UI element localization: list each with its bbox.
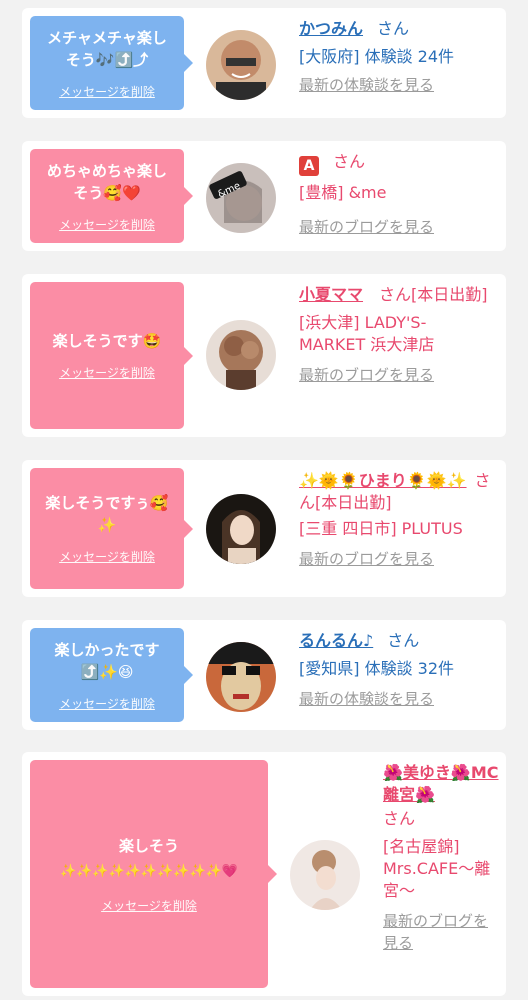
user-name-link[interactable]: かつみん xyxy=(299,19,363,38)
user-info: かつみん さん [大阪府] 体験談 24件 最新の体験談を見る xyxy=(299,18,499,96)
user-info: A さん [豊橋] &me 最新のブログを見る xyxy=(299,151,499,238)
honorific: さん xyxy=(383,809,416,828)
user-sub: [名古屋錦] Mrs.CAFE〜離宮〜 xyxy=(383,837,491,900)
user-name-link[interactable]: A xyxy=(299,156,319,176)
latest-link[interactable]: 最新のブログを見る xyxy=(299,364,499,386)
user-avatar[interactable] xyxy=(206,642,276,712)
user-sub: [大阪府] 体験談 24件 xyxy=(299,47,455,66)
delete-message-link[interactable]: メッセージを削除 xyxy=(59,548,155,565)
user-avatar[interactable] xyxy=(290,840,360,910)
user-sub: [愛知県] 体験談 32件 xyxy=(299,659,455,678)
user-info: 🌺美ゆき🌺MC離宮🌺 さん [名古屋錦] Mrs.CAFE〜離宮〜 最新のブログ… xyxy=(383,762,501,954)
message-bubble: めちゃめちゃ楽しそう🥰❤️ メッセージを削除 xyxy=(30,149,193,243)
delete-message-link[interactable]: メッセージを削除 xyxy=(59,83,155,100)
message-bubble: メチャメチャ楽しそう🎶⤴️⤴ メッセージを削除 xyxy=(30,16,193,110)
avatar-photo xyxy=(206,320,276,390)
user-sub: [浜大津] LADY'S-MARKET 浜大津店 xyxy=(299,313,435,354)
honorific: さん xyxy=(387,631,420,650)
message-bubble: 楽しそうですぅ🥰✨ メッセージを削除 xyxy=(30,468,193,589)
message-text: 楽しかったです⤴️✨😆 xyxy=(54,640,160,681)
message-bubble: 楽しそうです🤩 メッセージを削除 xyxy=(30,282,193,429)
user-name-link[interactable]: ✨🌞🌻ひまり🌻🌞✨ xyxy=(299,471,467,490)
user-sub: [三重 四日市] PLUTUS xyxy=(299,519,463,538)
message-card: 楽しそうです🤩 メッセージを削除 小夏ママ さん[本日出勤] [浜大津] LADY… xyxy=(22,274,506,437)
message-text-line: ✨✨✨✨✨✨✨✨✨✨💗 xyxy=(59,863,239,879)
delete-message-link[interactable]: メッセージを削除 xyxy=(59,364,155,381)
user-name-link[interactable]: 小夏ママ xyxy=(299,285,363,304)
message-bubble: 楽しそう ✨✨✨✨✨✨✨✨✨✨💗 メッセージを削除 xyxy=(30,760,277,988)
message-bubble: 楽しかったです⤴️✨😆 メッセージを削除 xyxy=(30,628,193,722)
message-text: メチャメチャ楽しそう🎶⤴️⤴ xyxy=(47,28,167,69)
user-avatar[interactable] xyxy=(206,30,276,100)
message-text-line: 楽しそう xyxy=(118,836,179,855)
user-name-link[interactable]: 🌺美ゆき🌺MC離宮🌺 xyxy=(383,763,499,804)
latest-link[interactable]: 最新のブログを見る xyxy=(383,910,501,954)
message-text: 楽しそう ✨✨✨✨✨✨✨✨✨✨💗 xyxy=(34,835,264,883)
honorific: さん xyxy=(333,152,366,171)
latest-link[interactable]: 最新の体験談を見る xyxy=(299,74,499,96)
delete-message-link[interactable]: メッセージを削除 xyxy=(59,216,155,233)
user-avatar[interactable] xyxy=(206,494,276,564)
delete-message-link[interactable]: メッセージを削除 xyxy=(59,695,155,712)
user-info: 小夏ママ さん[本日出勤] [浜大津] LADY'S-MARKET 浜大津店 最新… xyxy=(299,284,499,386)
message-text: めちゃめちゃ楽しそう🥰❤️ xyxy=(46,161,167,202)
latest-link[interactable]: 最新のブログを見る xyxy=(299,216,499,238)
avatar-photo: &me xyxy=(206,163,276,233)
avatar-photo xyxy=(206,30,276,100)
user-avatar[interactable]: &me xyxy=(206,163,276,233)
user-info: ✨🌞🌻ひまり🌻🌞✨ さん[本日出勤] [三重 四日市] PLUTUS 最新のブログ… xyxy=(299,470,499,570)
honorific: さん xyxy=(377,19,410,38)
message-card: 楽しそう ✨✨✨✨✨✨✨✨✨✨💗 メッセージを削除 🌺美ゆき🌺MC離宮🌺 さん … xyxy=(22,752,506,996)
message-card: メチャメチャ楽しそう🎶⤴️⤴ メッセージを削除 かつみん さん [大阪府] 体験談… xyxy=(22,8,506,118)
avatar-photo xyxy=(206,494,276,564)
avatar-photo xyxy=(206,642,276,712)
honorific: さん[本日出勤] xyxy=(379,285,488,304)
message-text: 楽しそうですぅ🥰✨ xyxy=(45,494,169,534)
user-sub: [豊橋] &me xyxy=(299,183,387,202)
message-card: めちゃめちゃ楽しそう🥰❤️ メッセージを削除 &me A さん [豊橋] &me … xyxy=(22,141,506,251)
delete-message-link[interactable]: メッセージを削除 xyxy=(101,897,197,914)
user-name-link[interactable]: るんるん♪ xyxy=(299,631,373,650)
avatar-photo xyxy=(290,840,360,910)
message-text: 楽しそうです🤩 xyxy=(52,332,162,350)
latest-link[interactable]: 最新の体験談を見る xyxy=(299,688,499,710)
message-card: 楽しかったです⤴️✨😆 メッセージを削除 るんるん♪ さん [愛知県] 体験談 3… xyxy=(22,620,506,730)
latest-link[interactable]: 最新のブログを見る xyxy=(299,548,499,570)
message-card: 楽しそうですぅ🥰✨ メッセージを削除 ✨🌞🌻ひまり🌻🌞✨ さん[本日出勤] [三重… xyxy=(22,460,506,597)
user-info: るんるん♪ さん [愛知県] 体験談 32件 最新の体験談を見る xyxy=(299,630,499,710)
user-avatar[interactable] xyxy=(206,320,276,390)
